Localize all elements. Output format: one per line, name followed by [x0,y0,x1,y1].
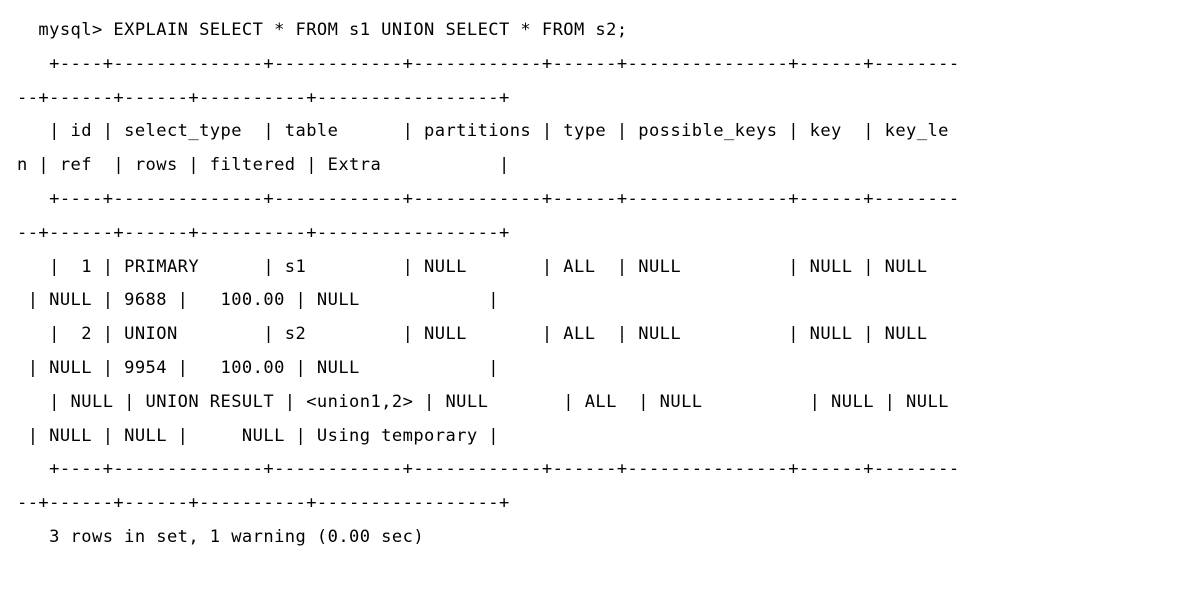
table-row-wrap: | NULL | NULL | NULL | Using temporary | [17,425,500,446]
table-row: | 1 | PRIMARY | s1 | NULL | ALL | NULL |… [17,256,949,277]
terminal-line-separator-bottom: +----+--------------+------------+------… [17,459,960,480]
terminal-line-separator-top-wrap: --+------+------+----------+------------… [17,87,510,108]
terminal-line-separator-top: +----+--------------+------------+------… [17,53,960,74]
terminal-line-separator-bottom-wrap: --+------+------+----------+------------… [17,493,510,514]
table-row-wrap: | NULL | 9688 | 100.00 | NULL | [17,290,500,311]
terminal-line-header-wrap: n | ref | rows | filtered | Extra | [17,155,510,176]
terminal-line-prompt-query: mysql> EXPLAIN SELECT * FROM s1 UNION SE… [17,20,628,40]
mysql-terminal-output[interactable]: mysql> EXPLAIN SELECT * FROM s1 UNION SE… [0,0,1180,596]
terminal-line-separator-mid: +----+--------------+------------+------… [17,188,960,209]
table-row: | 2 | UNION | s2 | NULL | ALL | NULL | N… [17,324,949,345]
terminal-line-header: | id | select_type | table | partitions … [17,121,949,142]
table-row-wrap: | NULL | 9954 | 100.00 | NULL | [17,357,500,378]
terminal-line-separator-mid-wrap: --+------+------+----------+------------… [17,222,510,243]
table-row: | NULL | UNION RESULT | <union1,2> | NUL… [17,391,960,412]
terminal-line-status: 3 rows in set, 1 warning (0.00 sec) [17,526,425,547]
